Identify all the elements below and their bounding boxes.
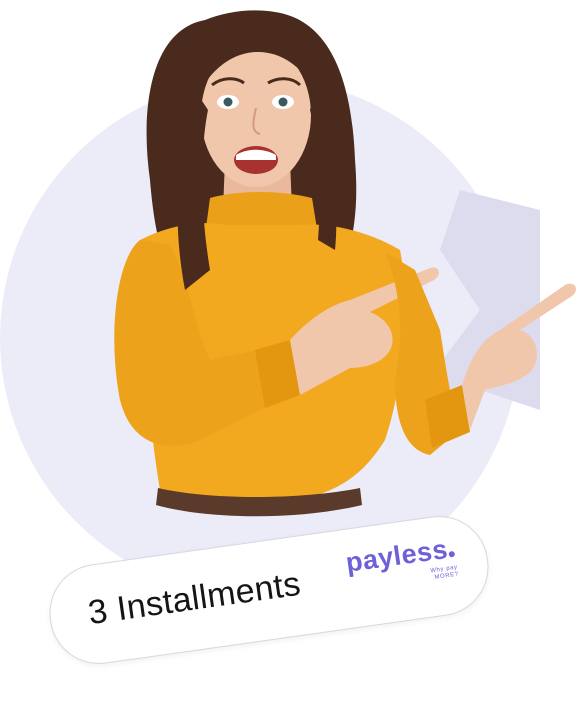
- right-hand: [462, 283, 576, 430]
- installments-label: 3 Installments: [85, 564, 304, 633]
- brand-dot-icon: [448, 550, 456, 558]
- hero-stage: 3 Installments payless Why pay MORE?: [0, 0, 585, 705]
- payless-logo: payless Why pay MORE?: [344, 531, 471, 607]
